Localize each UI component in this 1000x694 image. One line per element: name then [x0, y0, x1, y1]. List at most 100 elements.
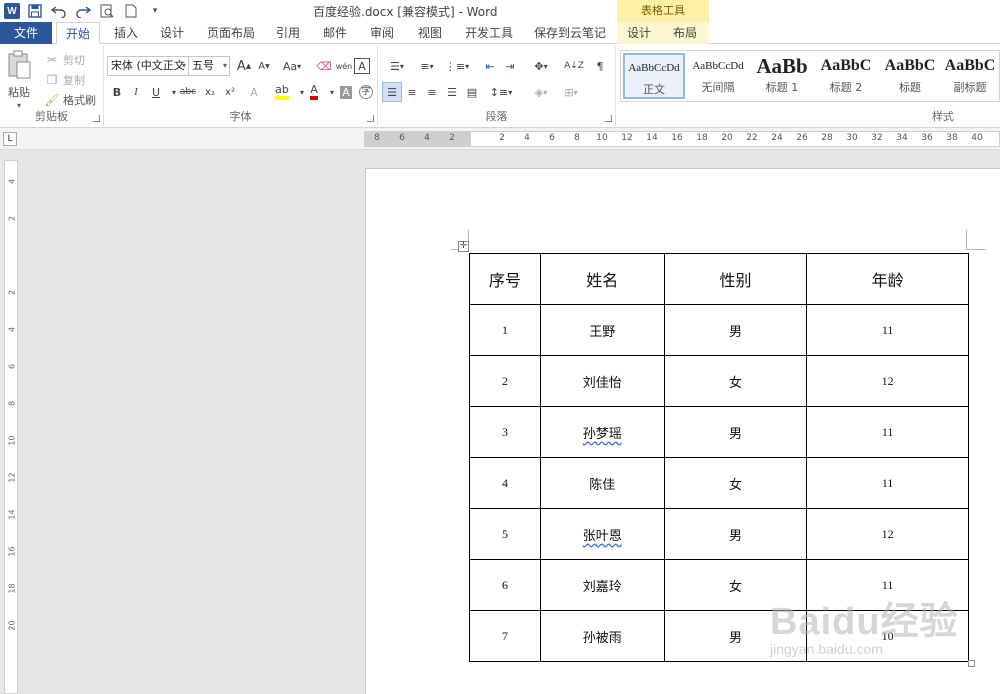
enclose-characters-button[interactable]: 字 — [356, 82, 376, 102]
tab-references[interactable]: 引用 — [268, 22, 308, 44]
align-left-button[interactable]: ☰ — [382, 82, 402, 102]
borders-button[interactable]: ⊞ ▾ — [558, 82, 584, 102]
bold-button[interactable]: B — [107, 82, 127, 102]
tab-table-layout[interactable]: 布局 — [661, 22, 709, 44]
show-marks-button[interactable]: ¶ — [590, 56, 610, 76]
style-subtitle[interactable]: AaBbC 副标题 — [939, 53, 1000, 99]
cell-index[interactable]: 7 — [469, 610, 541, 662]
header-cell-age[interactable]: 年龄 — [806, 253, 969, 305]
word-logo-icon[interactable]: W — [4, 3, 20, 19]
character-border-button[interactable]: A — [354, 58, 370, 74]
highlight-button[interactable]: ab — [272, 82, 292, 102]
format-painter-button[interactable]: 🖌 格式刷 — [44, 92, 96, 108]
text-effects-button[interactable]: A — [244, 82, 264, 102]
header-cell-index[interactable]: 序号 — [469, 253, 541, 305]
horizontal-ruler[interactable]: 8 6 4 2 2 4 6 8 10 12 14 16 18 20 22 24 26 28 30 32 34 36 38 40 — [364, 131, 1000, 147]
tab-selector-icon[interactable]: L — [3, 132, 17, 146]
bullets-button[interactable]: ☰ ▾ — [384, 56, 410, 76]
style-title[interactable]: AaBbC 标题 — [879, 53, 941, 99]
cell-index[interactable]: 2 — [469, 355, 541, 407]
cell-name[interactable]: 孙梦瑶 — [539, 406, 665, 458]
cell-age[interactable]: 11 — [806, 457, 969, 509]
cell-name[interactable]: 孙被雨 — [539, 610, 665, 662]
cell-gender[interactable]: 女 — [663, 457, 808, 509]
tab-view[interactable]: 视图 — [410, 22, 450, 44]
tab-file[interactable]: 文件 — [0, 22, 52, 44]
tab-developer[interactable]: 开发工具 — [458, 22, 520, 44]
new-document-icon[interactable] — [122, 2, 140, 20]
cell-name[interactable]: 刘佳怡 — [539, 355, 665, 407]
paragraph-launcher-icon[interactable] — [605, 115, 612, 122]
cell-age[interactable]: 11 — [806, 559, 969, 611]
shading-button[interactable]: ◈ ▾ — [528, 82, 554, 102]
paste-button[interactable]: 粘贴 ▾ — [6, 50, 32, 110]
cell-gender[interactable]: 男 — [663, 406, 808, 458]
superscript-button[interactable]: x² — [220, 82, 240, 102]
italic-button[interactable]: I — [126, 82, 146, 102]
sort-button[interactable]: A↓Z — [564, 56, 584, 76]
cell-index[interactable]: 6 — [469, 559, 541, 611]
style-heading-2[interactable]: AaBbC 标题 2 — [815, 53, 877, 99]
clear-formatting-button[interactable]: ⌫ — [314, 56, 334, 76]
increase-indent-button[interactable]: ⇥ — [500, 56, 520, 76]
tab-insert[interactable]: 插入 — [106, 22, 146, 44]
align-center-button[interactable]: ≡ — [402, 82, 422, 102]
cell-gender[interactable]: 女 — [663, 559, 808, 611]
cell-name[interactable]: 张叶恩 — [539, 508, 665, 560]
phonetic-guide-button[interactable]: wén — [334, 56, 354, 76]
line-spacing-button[interactable]: ↕≡ ▾ — [488, 82, 514, 102]
align-right-button[interactable]: ≡ — [422, 82, 442, 102]
character-shading-button[interactable]: A — [336, 82, 356, 102]
style-no-spacing[interactable]: AaBbCcDd 无间隔 — [687, 53, 749, 99]
grow-font-button[interactable]: A ▲ — [234, 56, 254, 76]
cell-gender[interactable]: 男 — [663, 610, 808, 662]
cell-age[interactable]: 11 — [806, 304, 969, 356]
redo-icon[interactable] — [74, 2, 92, 20]
tab-review[interactable]: 审阅 — [362, 22, 402, 44]
cell-gender[interactable]: 男 — [663, 304, 808, 356]
tab-home[interactable]: 开始 — [56, 22, 100, 45]
vertical-ruler[interactable]: 4 2 2 4 6 8 10 12 14 16 18 20 — [4, 160, 18, 694]
font-name-combo[interactable]: 宋体 (中文正文 ▾ — [107, 56, 189, 76]
cell-age[interactable]: 12 — [806, 508, 969, 560]
header-cell-name[interactable]: 姓名 — [539, 253, 665, 305]
font-size-combo[interactable]: 五号 ▾ — [188, 56, 230, 76]
shrink-font-button[interactable]: A ▼ — [254, 56, 274, 76]
save-icon[interactable] — [26, 2, 44, 20]
cell-name[interactable]: 王野 — [539, 304, 665, 356]
clipboard-launcher-icon[interactable] — [93, 115, 100, 122]
subscript-button[interactable]: x₂ — [200, 82, 220, 102]
numbering-button[interactable]: ≡ ▾ — [414, 56, 440, 76]
style-heading-1[interactable]: AaBb 标题 1 — [751, 53, 813, 99]
cell-age[interactable]: 10 — [806, 610, 969, 662]
tab-mailings[interactable]: 邮件 — [315, 22, 355, 44]
undo-icon[interactable] — [50, 2, 68, 20]
tab-design[interactable]: 设计 — [152, 22, 192, 44]
cut-button[interactable]: ✂ 剪切 — [44, 52, 85, 68]
distributed-button[interactable]: ▤ — [462, 82, 482, 102]
cell-age[interactable]: 11 — [806, 406, 969, 458]
copy-button[interactable]: ❐ 复制 — [44, 72, 85, 88]
strikethrough-button[interactable]: abc — [176, 82, 200, 102]
multilevel-list-button[interactable]: ⋮≡ ▾ — [444, 56, 470, 76]
cell-name[interactable]: 陈佳 — [539, 457, 665, 509]
cell-gender[interactable]: 女 — [663, 355, 808, 407]
change-case-button[interactable]: Aa ▾ — [278, 56, 306, 76]
table-move-handle-icon[interactable]: ✛ — [458, 241, 469, 252]
tab-table-design[interactable]: 设计 — [617, 22, 661, 44]
font-color-button[interactable]: A — [304, 82, 324, 102]
table-resize-handle-icon[interactable] — [968, 660, 975, 667]
cell-index[interactable]: 5 — [469, 508, 541, 560]
underline-button[interactable]: U — [146, 82, 166, 102]
tab-page-layout[interactable]: 页面布局 — [200, 22, 262, 44]
cell-age[interactable]: 12 — [806, 355, 969, 407]
tab-save-cloud-notes[interactable]: 保存到云笔记 — [528, 22, 612, 44]
customize-qat-icon[interactable]: ▾ — [146, 2, 164, 20]
decrease-indent-button[interactable]: ⇤ — [480, 56, 500, 76]
cell-index[interactable]: 4 — [469, 457, 541, 509]
cell-index[interactable]: 3 — [469, 406, 541, 458]
data-table[interactable]: 序号 姓名 性别 年龄 1 王野 男 11 2 刘佳怡 女 12 3 孙梦瑶 男… — [469, 253, 969, 662]
print-preview-icon[interactable] — [98, 2, 116, 20]
font-launcher-icon[interactable] — [367, 115, 374, 122]
chinese-layout-button[interactable]: ✥ ▾ — [528, 56, 554, 76]
